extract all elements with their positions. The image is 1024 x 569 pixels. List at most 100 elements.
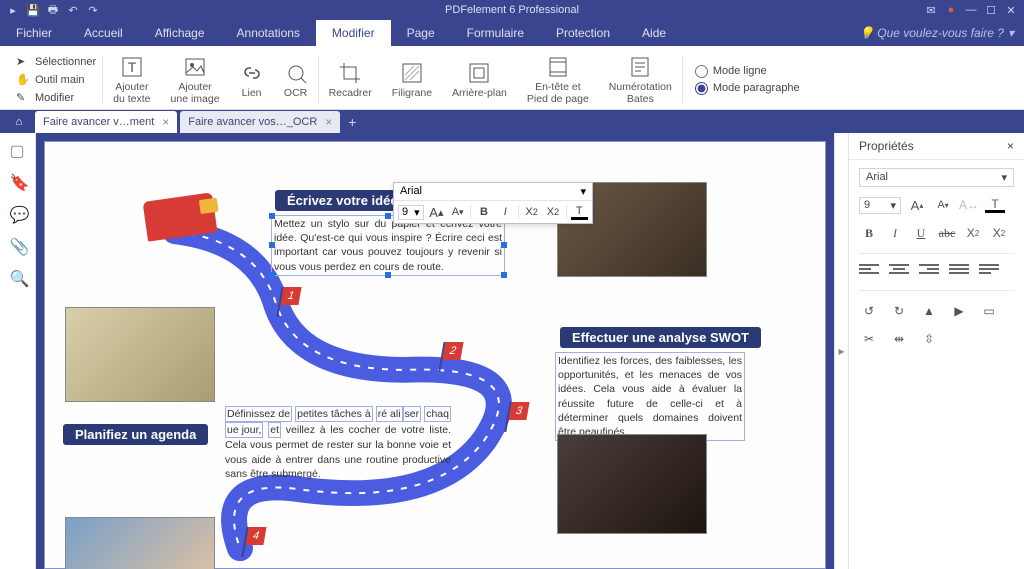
- subscript-icon[interactable]: X2: [989, 223, 1009, 243]
- chevron-right-icon[interactable]: ▸: [838, 344, 844, 358]
- list-icon[interactable]: [979, 264, 999, 280]
- tool-select[interactable]: ➤Sélectionner: [16, 54, 96, 70]
- subscript-icon[interactable]: X2: [544, 203, 561, 221]
- bookmarks-icon[interactable]: 🔖: [10, 173, 26, 189]
- menu-protection[interactable]: Protection: [540, 20, 626, 46]
- undo-icon[interactable]: ↶: [66, 3, 80, 17]
- text-block-selected[interactable]: Mettez un stylo sur du papier et écrivez…: [271, 215, 505, 276]
- bold-icon[interactable]: B: [475, 203, 492, 221]
- menu-modifier[interactable]: Modifier: [316, 20, 391, 46]
- btn-header-footer[interactable]: En-tête et Pied de page: [517, 50, 599, 109]
- underline-icon[interactable]: U: [911, 223, 931, 243]
- menu-bar: Fichier Accueil Affichage Annotations Mo…: [0, 20, 1024, 46]
- btn-watermark[interactable]: Filigrane: [382, 50, 442, 109]
- mode-paragraph[interactable]: Mode paragraphe: [695, 82, 800, 95]
- hand-icon: ✋: [16, 73, 30, 87]
- print-icon[interactable]: 🖶: [46, 3, 60, 17]
- tool-edit[interactable]: ✎Modifier: [16, 90, 96, 106]
- attachments-icon[interactable]: 📎: [10, 237, 26, 253]
- flip-horizontal-icon[interactable]: ▶: [949, 301, 969, 321]
- font-color-icon[interactable]: T: [985, 197, 1005, 213]
- flip-vertical-icon[interactable]: ▲: [919, 301, 939, 321]
- distribute-h-icon[interactable]: ⇹: [889, 329, 909, 349]
- document-tab[interactable]: Faire avancer vos…_OCR ×: [180, 111, 340, 133]
- chevron-down-icon: ▾: [1001, 171, 1007, 184]
- save-icon[interactable]: 💾: [26, 3, 40, 17]
- menu-formulaire[interactable]: Formulaire: [451, 20, 540, 46]
- font-family-select[interactable]: Arial▾: [394, 183, 592, 200]
- comments-icon[interactable]: 💬: [10, 205, 26, 221]
- rotate-left-icon[interactable]: ↺: [859, 301, 879, 321]
- increase-font-icon[interactable]: A▴: [428, 203, 445, 221]
- replace-image-icon[interactable]: ▭: [979, 301, 999, 321]
- decrease-font-icon[interactable]: A▾: [933, 195, 953, 215]
- btn-link[interactable]: Lien: [230, 50, 274, 109]
- align-center-icon[interactable]: [889, 264, 909, 280]
- photo-placeholder[interactable]: [65, 307, 215, 402]
- search-icon[interactable]: 🔍: [10, 269, 26, 285]
- font-size-select[interactable]: 9▾: [398, 205, 424, 220]
- section-heading[interactable]: Effectuer une analyse SWOT: [560, 327, 761, 348]
- menu-affichage[interactable]: Affichage: [139, 20, 221, 46]
- close-icon[interactable]: ✕: [1004, 3, 1018, 17]
- properties-panel: Propriétés × Arial▾ 9▾ A▴ A▾ A↔ T B I U …: [848, 133, 1024, 569]
- mode-line[interactable]: Mode ligne: [695, 65, 800, 78]
- superscript-icon[interactable]: X2: [963, 223, 983, 243]
- document-tab[interactable]: Faire avancer v…ment ×: [35, 111, 177, 133]
- tool-hand[interactable]: ✋Outil main: [16, 72, 96, 88]
- home-tab-icon[interactable]: ⌂: [6, 110, 32, 133]
- maximize-icon[interactable]: ☐: [984, 3, 998, 17]
- background-icon: [467, 61, 491, 85]
- pdf-page[interactable]: Écrivez votre idée Mettez un stylo sur d…: [44, 141, 826, 569]
- mail-icon[interactable]: ✉: [924, 3, 938, 17]
- svg-text:T: T: [128, 59, 137, 75]
- menu-aide[interactable]: Aide: [626, 20, 682, 46]
- align-left-icon[interactable]: [859, 264, 879, 280]
- photo-placeholder[interactable]: [557, 434, 707, 534]
- btn-ocr[interactable]: OCR: [274, 50, 318, 109]
- menu-annotations[interactable]: Annotations: [221, 20, 316, 46]
- ocr-icon: [284, 61, 308, 85]
- text-scale-icon[interactable]: A↔: [959, 195, 979, 215]
- prop-font-family[interactable]: Arial▾: [859, 168, 1014, 187]
- superscript-icon[interactable]: X2: [523, 203, 540, 221]
- rotate-right-icon[interactable]: ↻: [889, 301, 909, 321]
- app-menu-icon[interactable]: ▸: [6, 3, 20, 17]
- close-tab-icon[interactable]: ×: [162, 115, 169, 129]
- close-tab-icon[interactable]: ×: [325, 115, 332, 129]
- italic-icon[interactable]: I: [885, 223, 905, 243]
- distribute-v-icon[interactable]: ⇳: [919, 329, 939, 349]
- btn-bates[interactable]: Numérotation Bates: [599, 50, 682, 109]
- text-block[interactable]: Définissez de petites tâches à ré aliser…: [223, 405, 453, 482]
- section-heading[interactable]: Planifiez un agenda: [63, 424, 208, 445]
- help-search[interactable]: 💡 Que voulez-vous faire ? ▾: [859, 26, 1024, 40]
- btn-background[interactable]: Arrière-plan: [442, 50, 517, 109]
- menu-accueil[interactable]: Accueil: [68, 20, 139, 46]
- btn-add-text[interactable]: TAjouter du texte: [103, 50, 160, 109]
- floating-font-toolbar[interactable]: Arial▾ 9▾ A▴ A▾ B I X2 X2 T: [393, 182, 593, 224]
- cursor-icon: ➤: [16, 55, 30, 69]
- italic-icon[interactable]: I: [497, 203, 514, 221]
- font-color-icon[interactable]: T: [571, 205, 588, 220]
- crop-image-icon[interactable]: ✂: [859, 329, 879, 349]
- photo-placeholder[interactable]: [65, 517, 215, 569]
- menu-fichier[interactable]: Fichier: [0, 20, 68, 46]
- close-panel-icon[interactable]: ×: [1007, 139, 1014, 153]
- document-canvas[interactable]: Écrivez votre idée Mettez un stylo sur d…: [36, 133, 834, 569]
- minimize-icon[interactable]: —: [964, 3, 978, 17]
- bold-icon[interactable]: B: [859, 223, 879, 243]
- btn-add-image[interactable]: Ajouter une image: [161, 50, 230, 109]
- align-justify-icon[interactable]: [949, 264, 969, 280]
- strike-icon[interactable]: abc: [937, 223, 957, 243]
- prop-font-size[interactable]: 9▾: [859, 197, 901, 214]
- section-heading[interactable]: Écrivez votre idée: [275, 190, 410, 211]
- align-right-icon[interactable]: [919, 264, 939, 280]
- thumbnails-icon[interactable]: ▢: [10, 141, 26, 157]
- increase-font-icon[interactable]: A▴: [907, 195, 927, 215]
- menu-page[interactable]: Page: [391, 20, 451, 46]
- text-block[interactable]: Identifiez les forces, des faiblesses, l…: [555, 352, 745, 441]
- redo-icon[interactable]: ↷: [86, 3, 100, 17]
- btn-crop[interactable]: Recadrer: [319, 50, 382, 109]
- new-tab-button[interactable]: +: [340, 114, 364, 130]
- decrease-font-icon[interactable]: A▾: [449, 203, 466, 221]
